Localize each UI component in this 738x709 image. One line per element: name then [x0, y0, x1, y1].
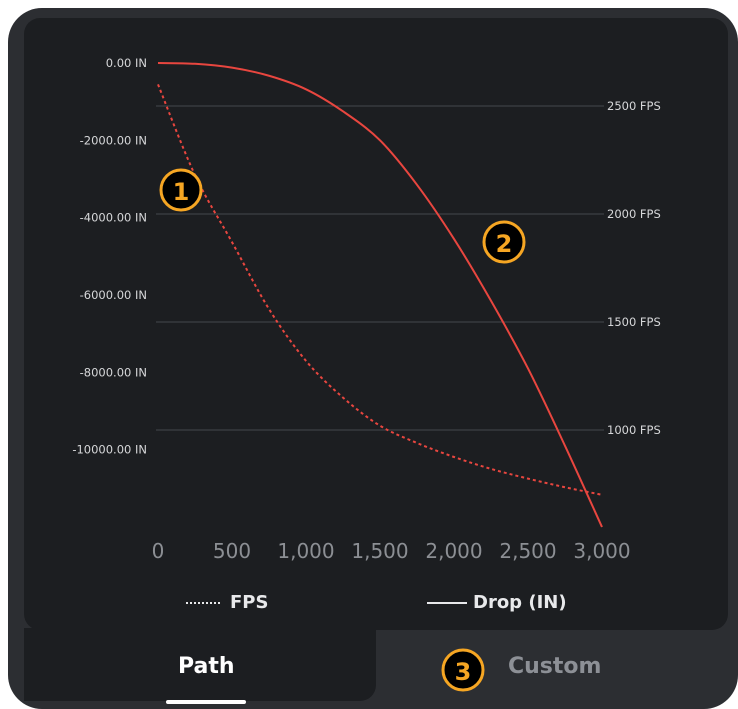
y-right-tick-label: 1000 FPS: [607, 423, 661, 437]
y-left-tick-label: -10000.00 IN: [72, 443, 147, 457]
series-fps-line: [157, 84, 603, 496]
x-tick-label: 3,000: [573, 539, 630, 563]
y-left-tick-label: -6000.00 IN: [80, 288, 147, 302]
x-tick-label: 500: [213, 539, 251, 563]
legend-fps: FPS: [186, 592, 268, 613]
drop-fps-chart: 2500 FPS 2000 FPS 1500 FPS 1000 FPS 0.00 IN -…: [72, 56, 661, 563]
legend-fps-swatch: [186, 602, 220, 604]
y-right-tick-label: 2500 FPS: [607, 99, 661, 113]
y-left-tick-label: -2000.00 IN: [80, 133, 147, 147]
tab-path[interactable]: Path: [178, 654, 235, 679]
legend-drop-swatch: [427, 602, 467, 604]
y-left-tick-label: -8000.00 IN: [80, 365, 147, 379]
tab-path-underline: [166, 700, 246, 704]
x-tick-label: 2,500: [499, 539, 556, 563]
legend-drop: Drop (IN): [427, 592, 567, 613]
x-tick-label: 1,500: [351, 539, 408, 563]
x-tick-label: 1,000: [277, 539, 334, 563]
y-left-tick-label: -4000.00 IN: [80, 211, 147, 225]
x-tick-label: 2,000: [425, 539, 482, 563]
x-tick-label: 0: [152, 539, 165, 563]
legend-fps-label: FPS: [230, 592, 269, 613]
series-drop-line: [157, 62, 603, 528]
legend-drop-label: Drop (IN): [473, 592, 567, 613]
tab-custom[interactable]: Custom: [508, 654, 601, 679]
y-left-tick-label: 0.00 IN: [106, 56, 147, 70]
y-right-tick-label: 2000 FPS: [607, 207, 661, 221]
y-right-tick-label: 1500 FPS: [607, 315, 661, 329]
